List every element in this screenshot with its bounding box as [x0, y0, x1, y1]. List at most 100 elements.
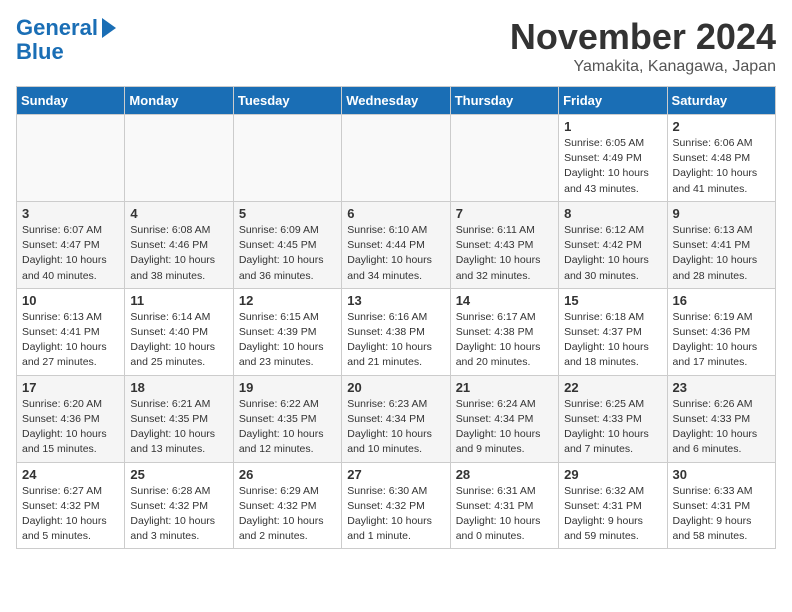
day-info: Sunrise: 6:22 AM Sunset: 4:35 PM Dayligh…: [239, 397, 336, 458]
calendar-cell: 11Sunrise: 6:14 AM Sunset: 4:40 PM Dayli…: [125, 288, 233, 375]
day-header-thursday: Thursday: [450, 87, 558, 115]
calendar-cell: 15 Sunrise: 6:18 AM Sunset: 4:37 PM Dayli…: [559, 288, 667, 375]
day-header-monday: Monday: [125, 87, 233, 115]
day-number: 19: [239, 380, 336, 395]
day-info: Sunrise: 6:15 AM Sunset: 4:39 PM Dayligh…: [239, 310, 336, 371]
calendar-cell: 3 Sunrise: 6:07 AM Sunset: 4:47 PM Daylig…: [17, 201, 125, 288]
page-header: General Blue November 2024 Yamakita, Kan…: [16, 16, 776, 76]
day-info: Sunrise: 6:06 AM Sunset: 4:48 PM Dayligh…: [673, 136, 770, 197]
day-number: 13: [347, 293, 444, 308]
calendar-cell: 16 Sunrise: 6:19 AM Sunset: 4:36 PM Dayli…: [667, 288, 775, 375]
day-number: 14: [456, 293, 553, 308]
day-number: 1: [564, 119, 661, 134]
calendar-cell: 20 Sunrise: 6:23 AM Sunset: 4:34 PM Dayli…: [342, 375, 450, 462]
day-number: 12: [239, 293, 336, 308]
day-info: Sunrise: 6:14 AM Sunset: 4:40 PM Dayligh…: [130, 310, 227, 371]
day-info: Sunrise: 6:08 AM Sunset: 4:46 PM Dayligh…: [130, 223, 227, 284]
day-info: Sunrise: 6:19 AM Sunset: 4:36 PM Dayligh…: [673, 310, 770, 371]
day-number: 5: [239, 206, 336, 221]
day-number: 6: [347, 206, 444, 221]
day-number: 4: [130, 206, 227, 221]
logo-blue-text: Blue: [16, 39, 64, 64]
calendar-cell: 14 Sunrise: 6:17 AM Sunset: 4:38 PM Dayli…: [450, 288, 558, 375]
day-info: Sunrise: 6:18 AM Sunset: 4:37 PM Dayligh…: [564, 310, 661, 371]
logo-arrow-icon: [102, 18, 116, 38]
day-header-wednesday: Wednesday: [342, 87, 450, 115]
day-info: Sunrise: 6:32 AM Sunset: 4:31 PM Dayligh…: [564, 484, 661, 545]
day-number: 16: [673, 293, 770, 308]
day-number: 22: [564, 380, 661, 395]
calendar-cell: [17, 115, 125, 202]
title-block: November 2024 Yamakita, Kanagawa, Japan: [510, 16, 776, 76]
day-number: 3: [22, 206, 119, 221]
day-number: 20: [347, 380, 444, 395]
day-info: Sunrise: 6:13 AM Sunset: 4:41 PM Dayligh…: [673, 223, 770, 284]
calendar-week-row: 10 Sunrise: 6:13 AM Sunset: 4:41 PM Dayli…: [17, 288, 776, 375]
day-info: Sunrise: 6:29 AM Sunset: 4:32 PM Dayligh…: [239, 484, 336, 545]
day-info: Sunrise: 6:27 AM Sunset: 4:32 PM Dayligh…: [22, 484, 119, 545]
calendar-cell: 17 Sunrise: 6:20 AM Sunset: 4:36 PM Dayli…: [17, 375, 125, 462]
calendar-title: November 2024: [510, 16, 776, 58]
day-number: 10: [22, 293, 119, 308]
day-number: 23: [673, 380, 770, 395]
calendar-week-row: 17 Sunrise: 6:20 AM Sunset: 4:36 PM Dayli…: [17, 375, 776, 462]
day-number: 27: [347, 467, 444, 482]
day-header-saturday: Saturday: [667, 87, 775, 115]
day-number: 8: [564, 206, 661, 221]
day-info: Sunrise: 6:13 AM Sunset: 4:41 PM Dayligh…: [22, 310, 119, 371]
calendar-cell: 4 Sunrise: 6:08 AM Sunset: 4:46 PM Daylig…: [125, 201, 233, 288]
day-info: Sunrise: 6:09 AM Sunset: 4:45 PM Dayligh…: [239, 223, 336, 284]
day-info: Sunrise: 6:21 AM Sunset: 4:35 PM Dayligh…: [130, 397, 227, 458]
day-header-sunday: Sunday: [17, 87, 125, 115]
day-info: Sunrise: 6:17 AM Sunset: 4:38 PM Dayligh…: [456, 310, 553, 371]
calendar-cell: 26Sunrise: 6:29 AM Sunset: 4:32 PM Dayli…: [233, 462, 341, 549]
day-number: 17: [22, 380, 119, 395]
calendar-cell: 1Sunrise: 6:05 AM Sunset: 4:49 PM Daylig…: [559, 115, 667, 202]
day-info: Sunrise: 6:20 AM Sunset: 4:36 PM Dayligh…: [22, 397, 119, 458]
day-info: Sunrise: 6:24 AM Sunset: 4:34 PM Dayligh…: [456, 397, 553, 458]
day-info: Sunrise: 6:30 AM Sunset: 4:32 PM Dayligh…: [347, 484, 444, 545]
day-info: Sunrise: 6:12 AM Sunset: 4:42 PM Dayligh…: [564, 223, 661, 284]
calendar-cell: 9 Sunrise: 6:13 AM Sunset: 4:41 PM Daylig…: [667, 201, 775, 288]
day-info: Sunrise: 6:26 AM Sunset: 4:33 PM Dayligh…: [673, 397, 770, 458]
calendar-cell: 10 Sunrise: 6:13 AM Sunset: 4:41 PM Dayli…: [17, 288, 125, 375]
calendar-cell: 23 Sunrise: 6:26 AM Sunset: 4:33 PM Dayli…: [667, 375, 775, 462]
day-header-tuesday: Tuesday: [233, 87, 341, 115]
calendar-cell: 30 Sunrise: 6:33 AM Sunset: 4:31 PM Dayli…: [667, 462, 775, 549]
day-info: Sunrise: 6:33 AM Sunset: 4:31 PM Dayligh…: [673, 484, 770, 545]
calendar-cell: [342, 115, 450, 202]
calendar-cell: 8 Sunrise: 6:12 AM Sunset: 4:42 PM Daylig…: [559, 201, 667, 288]
day-number: 18: [130, 380, 227, 395]
day-number: 30: [673, 467, 770, 482]
calendar-cell: 19 Sunrise: 6:22 AM Sunset: 4:35 PM Dayli…: [233, 375, 341, 462]
day-number: 9: [673, 206, 770, 221]
day-number: 15: [564, 293, 661, 308]
day-number: 28: [456, 467, 553, 482]
calendar-week-row: 24Sunrise: 6:27 AM Sunset: 4:32 PM Dayli…: [17, 462, 776, 549]
calendar-cell: [450, 115, 558, 202]
calendar-cell: 5 Sunrise: 6:09 AM Sunset: 4:45 PM Daylig…: [233, 201, 341, 288]
calendar-cell: 13Sunrise: 6:16 AM Sunset: 4:38 PM Dayli…: [342, 288, 450, 375]
calendar-cell: 12 Sunrise: 6:15 AM Sunset: 4:39 PM Dayli…: [233, 288, 341, 375]
calendar-cell: [233, 115, 341, 202]
calendar-cell: 7 Sunrise: 6:11 AM Sunset: 4:43 PM Daylig…: [450, 201, 558, 288]
calendar-cell: 22 Sunrise: 6:25 AM Sunset: 4:33 PM Dayli…: [559, 375, 667, 462]
calendar-cell: 2Sunrise: 6:06 AM Sunset: 4:48 PM Daylig…: [667, 115, 775, 202]
day-info: Sunrise: 6:25 AM Sunset: 4:33 PM Dayligh…: [564, 397, 661, 458]
day-info: Sunrise: 6:31 AM Sunset: 4:31 PM Dayligh…: [456, 484, 553, 545]
calendar-cell: 28 Sunrise: 6:31 AM Sunset: 4:31 PM Dayli…: [450, 462, 558, 549]
calendar-subtitle: Yamakita, Kanagawa, Japan: [510, 58, 776, 76]
day-info: Sunrise: 6:23 AM Sunset: 4:34 PM Dayligh…: [347, 397, 444, 458]
day-info: Sunrise: 6:07 AM Sunset: 4:47 PM Dayligh…: [22, 223, 119, 284]
calendar-week-row: 3 Sunrise: 6:07 AM Sunset: 4:47 PM Daylig…: [17, 201, 776, 288]
day-number: 21: [456, 380, 553, 395]
logo-text: General: [16, 16, 98, 40]
logo: General Blue: [16, 16, 116, 64]
calendar-cell: 29Sunrise: 6:32 AM Sunset: 4:31 PM Dayli…: [559, 462, 667, 549]
calendar-cell: 6Sunrise: 6:10 AM Sunset: 4:44 PM Daylig…: [342, 201, 450, 288]
day-info: Sunrise: 6:11 AM Sunset: 4:43 PM Dayligh…: [456, 223, 553, 284]
day-number: 7: [456, 206, 553, 221]
calendar-table: SundayMondayTuesdayWednesdayThursdayFrid…: [16, 86, 776, 549]
calendar-header-row: SundayMondayTuesdayWednesdayThursdayFrid…: [17, 87, 776, 115]
calendar-cell: 21 Sunrise: 6:24 AM Sunset: 4:34 PM Dayli…: [450, 375, 558, 462]
